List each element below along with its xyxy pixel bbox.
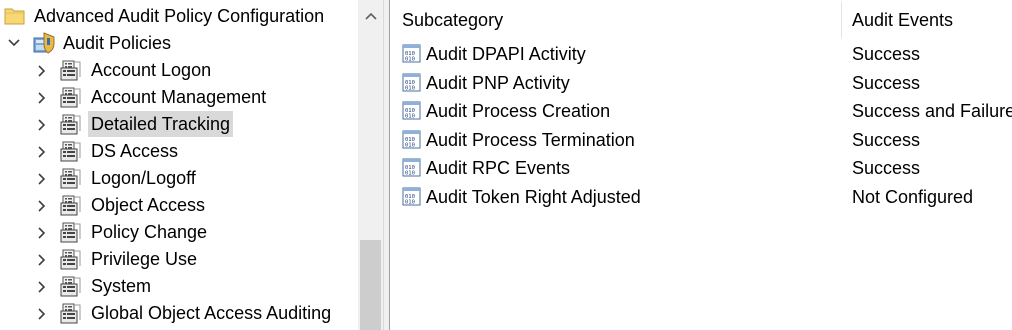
svg-text:010: 010: [405, 85, 415, 91]
tree-pane: Advanced Audit Policy Configuration Audi…: [0, 0, 383, 330]
list-row[interactable]: 010 010 Audit Process Termination Success: [390, 126, 1012, 154]
policy-category-icon: [60, 140, 82, 162]
tree-node-category[interactable]: Account Logon: [0, 57, 358, 83]
subcategory-name: Audit Process Termination: [426, 129, 635, 150]
audit-events-value: Success: [852, 72, 921, 93]
tree-root-node[interactable]: Advanced Audit Policy Configuration: [0, 3, 358, 29]
chevron-right-icon[interactable]: [34, 57, 48, 83]
audit-policy-icon: [32, 32, 55, 54]
chevron-down-icon[interactable]: [6, 30, 20, 56]
scroll-up-button[interactable]: [358, 0, 383, 32]
chevron-right-icon[interactable]: [34, 246, 48, 272]
svg-text:010: 010: [405, 171, 415, 177]
policy-category-icon: [60, 59, 82, 81]
chevron-right-icon[interactable]: [34, 138, 48, 164]
scroll-thumb[interactable]: [360, 240, 381, 330]
audit-setting-icon: 010 010: [402, 158, 422, 178]
tree-node-category[interactable]: DS Access: [0, 138, 358, 164]
policy-category-icon: [60, 221, 82, 243]
audit-setting-icon: 010 010: [402, 130, 422, 150]
chevron-right-icon[interactable]: [34, 219, 48, 245]
chevron-right-icon[interactable]: [34, 273, 48, 299]
policy-category-icon: [60, 302, 82, 324]
tree-node-label: Account Logon: [91, 60, 212, 80]
tree-node-label: Privilege Use: [91, 249, 198, 269]
tree-node-label: Object Access: [91, 195, 206, 215]
list-row[interactable]: 010 010 Audit Token Right Adjusted Not Conf…: [390, 183, 1012, 211]
subcategory-name: Audit Process Creation: [426, 101, 611, 122]
audit-setting-icon: 010 010: [402, 187, 422, 207]
list-row[interactable]: 010 010 Audit Process Creation Success and …: [390, 97, 1012, 125]
audit-setting-icon: 010 010: [402, 73, 422, 93]
tree-node-category[interactable]: Global Object Access Auditing: [0, 300, 358, 326]
tree-node-category[interactable]: Account Management: [0, 84, 358, 110]
policy-category-icon: [60, 113, 82, 135]
tree-node-label: Audit Policies: [63, 33, 172, 53]
column-header-subcategory[interactable]: Subcategory: [402, 0, 832, 40]
policy-category-icon: [60, 167, 82, 189]
list-row[interactable]: 010 010 Audit DPAPI Activity Success: [390, 40, 1012, 68]
subcategory-name: Audit RPC Events: [426, 158, 571, 179]
list-row[interactable]: 010 010 Audit PNP Activity Success: [390, 69, 1012, 97]
chevron-right-icon[interactable]: [34, 84, 48, 110]
chevron-right-icon[interactable]: [34, 165, 48, 191]
list-pane: Subcategory Audit Events 010 010 Audit DPA…: [390, 0, 1012, 330]
tree-node-label: DS Access: [91, 141, 179, 161]
tree-node-category[interactable]: Logon/Logoff: [0, 165, 358, 191]
svg-text:010: 010: [405, 200, 415, 206]
chevron-right-icon[interactable]: [34, 111, 48, 137]
audit-setting-icon: 010 010: [402, 44, 422, 64]
tree-node-label: Global Object Access Auditing: [91, 303, 332, 323]
column-header-audit-events[interactable]: Audit Events: [852, 0, 1012, 40]
tree-node-category[interactable]: Object Access: [0, 192, 358, 218]
tree-node-category[interactable]: Privilege Use: [0, 246, 358, 272]
policy-category-icon: [60, 194, 82, 216]
tree-node-label: System: [91, 276, 152, 296]
chevron-up-icon: [365, 12, 377, 20]
tree-node-category[interactable]: Detailed Tracking: [0, 111, 358, 137]
audit-events-value: Success: [852, 158, 921, 179]
subcategory-name: Audit Token Right Adjusted: [426, 187, 641, 207]
policy-category-icon: [60, 86, 82, 108]
policy-category-icon: [60, 248, 82, 270]
audit-setting-icon: 010 010: [402, 101, 422, 121]
svg-text:010: 010: [405, 57, 415, 63]
list-row[interactable]: 010 010 Audit RPC Events Success: [390, 154, 1012, 182]
tree-scrollbar[interactable]: [358, 0, 383, 330]
audit-events-value: Success: [852, 44, 921, 64]
subcategory-name: Audit DPAPI Activity: [426, 44, 586, 64]
audit-events-value: Success and Failure: [852, 101, 1012, 122]
tree-root-label: Advanced Audit Policy Configuration: [34, 6, 325, 26]
tree-node-label: Logon/Logoff: [91, 168, 196, 188]
audit-events-value: Not Configured: [852, 187, 974, 207]
tree-node-category[interactable]: Policy Change: [0, 219, 358, 245]
svg-text:010: 010: [405, 142, 415, 148]
policy-category-icon: [60, 275, 82, 297]
tree-node-label: Detailed Tracking: [88, 111, 234, 137]
chevron-right-icon[interactable]: [34, 192, 48, 218]
svg-text:010: 010: [405, 114, 415, 120]
tree-node-label: Account Management: [91, 87, 267, 107]
tree-node-label: Policy Change: [91, 222, 208, 242]
subcategory-name: Audit PNP Activity: [426, 72, 570, 93]
tree-node-category[interactable]: System: [0, 273, 358, 299]
folder-icon: [4, 6, 26, 28]
tree-node-audit-policies[interactable]: Audit Policies: [0, 30, 358, 56]
chevron-right-icon[interactable]: [34, 300, 48, 326]
pane-splitter[interactable]: [383, 0, 390, 330]
audit-events-value: Success: [852, 129, 921, 150]
column-separator[interactable]: [841, 2, 842, 38]
